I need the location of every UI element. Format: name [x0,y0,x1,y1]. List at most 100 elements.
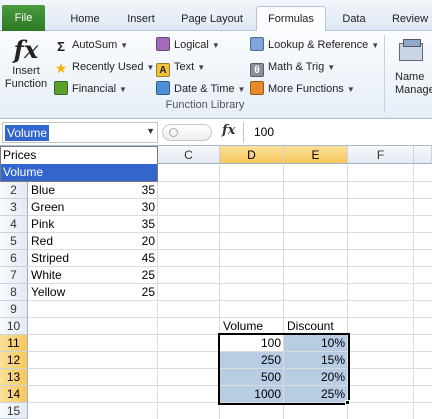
insert-function-icon: fx [13,35,39,64]
chevron-down-icon: ▼ [211,41,220,50]
name-box-dropdown-list: Prices Volume [0,146,158,182]
function-library-group-label: Function Library [165,99,245,111]
name-manager-button[interactable]: Name Manager [388,37,432,107]
row-header-4[interactable]: 4 [0,216,28,233]
financial-book-icon [54,81,68,95]
chevron-down-icon: ▼ [146,63,155,72]
financial-button[interactable]: Financial ▼ [54,79,127,99]
row-header-7[interactable]: 7 [0,267,28,284]
fill-handle[interactable] [345,400,350,405]
logical-book-icon [156,37,170,51]
tab-review[interactable]: Review [384,7,432,31]
more-functions-label: More Functions [268,83,344,95]
name-manager-label-line2: Manager [395,84,432,96]
tab-data[interactable]: Data [334,7,374,31]
chevron-down-icon: ▼ [197,63,206,72]
math-trig-button[interactable]: θ Math & Trig ▼ [250,57,335,77]
name-list-item-prices[interactable]: Prices [1,147,157,164]
chevron-down-icon: ▼ [237,85,246,94]
name-box-value[interactable]: Volume [5,125,50,141]
row-header-2[interactable]: 2 [0,182,28,199]
row-header-5[interactable]: 5 [0,233,28,250]
formula-input[interactable]: 100 [243,122,432,143]
formula-bar-splitter[interactable] [162,124,212,141]
sigma-icon: Σ [57,39,65,54]
tab-file[interactable]: File [2,5,45,31]
text-button[interactable]: A Text ▼ [156,57,205,77]
cell-a3[interactable]: Green [28,199,108,216]
column-header-e[interactable]: E [284,146,348,164]
chevron-down-icon: ▼ [371,41,380,50]
recently-used-button[interactable]: ★ Recently Used ▼ [54,57,155,77]
cell-a5[interactable]: Red [28,233,108,250]
math-trig-book-icon: θ [250,63,264,77]
date-time-button[interactable]: Date & Time ▼ [156,79,245,99]
column-header-g[interactable] [414,146,432,164]
row-header-10[interactable]: 10 [0,318,28,335]
cell-a2[interactable]: Blue [28,182,108,199]
cell-e12[interactable]: 15% [284,352,348,369]
cell-b3[interactable]: 30 [108,199,158,216]
name-box[interactable]: Volume ▼ [2,122,158,143]
row-header-9[interactable]: 9 [0,301,28,318]
lookup-reference-button[interactable]: Lookup & Reference ▼ [250,35,379,55]
chevron-down-icon: ▼ [346,85,355,94]
logical-button[interactable]: Logical ▼ [156,35,220,55]
cell-a7[interactable]: White [28,267,108,284]
cell-d13[interactable]: 500 [220,369,284,386]
row-header-15[interactable]: 15 [0,403,28,419]
name-manager-icon [397,39,427,67]
cell-d11[interactable]: 100 [220,335,284,352]
row-header-3[interactable]: 3 [0,199,28,216]
cell-b8[interactable]: 25 [108,284,158,301]
cell-e10[interactable]: Discount [284,318,348,335]
name-manager-label-line1: Name [395,71,425,83]
tab-insert[interactable]: Insert [116,7,166,31]
tab-page-layout[interactable]: Page Layout [172,7,252,31]
cell-e11[interactable]: 10% [284,335,348,352]
worksheet-grid[interactable]: C D E F 2 3 4 5 6 7 8 9 10 11 12 13 14 1… [0,146,432,419]
more-functions-book-icon [250,81,264,95]
date-time-label: Date & Time [174,83,235,95]
more-functions-button[interactable]: More Functions ▼ [250,79,355,99]
cell-e14[interactable]: 25% [284,386,348,403]
autosum-label: AutoSum [72,39,118,51]
cell-a4[interactable]: Pink [28,216,108,233]
cell-a8[interactable]: Yellow [28,284,108,301]
row-header-8[interactable]: 8 [0,284,28,301]
cell-b5[interactable]: 20 [108,233,158,250]
column-header-f[interactable]: F [348,146,414,164]
star-icon: ★ [54,60,68,76]
row-header-11[interactable]: 11 [0,335,28,352]
cell-d12[interactable]: 250 [220,352,284,369]
insert-function-button[interactable]: fx Insert Function [4,35,48,105]
row-header-14[interactable]: 14 [0,386,28,403]
financial-label: Financial [72,83,117,95]
row-header-6[interactable]: 6 [0,250,28,267]
cell-d10[interactable]: Volume [220,318,284,335]
autosum-button[interactable]: Σ AutoSum ▼ [54,35,128,55]
insert-function-label-line1: Insert [12,65,40,77]
cell-b4[interactable]: 35 [108,216,158,233]
insert-function-label-line2: Function [4,78,48,90]
cell-b2[interactable]: 35 [108,182,158,199]
formula-value: 100 [254,125,275,139]
cell-b6[interactable]: 45 [108,250,158,267]
cell-e13[interactable]: 20% [284,369,348,386]
cell-a6[interactable]: Striped [28,250,108,267]
math-trig-label: Math & Trig [268,61,325,73]
cell-b7[interactable]: 25 [108,267,158,284]
column-header-d[interactable]: D [220,146,284,164]
insert-function-fx-icon[interactable]: fx [222,123,235,138]
text-label: Text [174,61,195,73]
splitter-icon [169,128,178,137]
chevron-down-icon[interactable]: ▼ [146,126,155,136]
column-header-c[interactable]: C [158,146,220,164]
cell-d14[interactable]: 1000 [220,386,284,403]
row-header-12[interactable]: 12 [0,352,28,369]
tab-home[interactable]: Home [60,7,110,31]
chevron-down-icon: ▼ [119,85,127,94]
tab-formulas[interactable]: Formulas [256,6,326,31]
name-list-item-volume[interactable]: Volume [1,164,157,181]
row-header-13[interactable]: 13 [0,369,28,386]
